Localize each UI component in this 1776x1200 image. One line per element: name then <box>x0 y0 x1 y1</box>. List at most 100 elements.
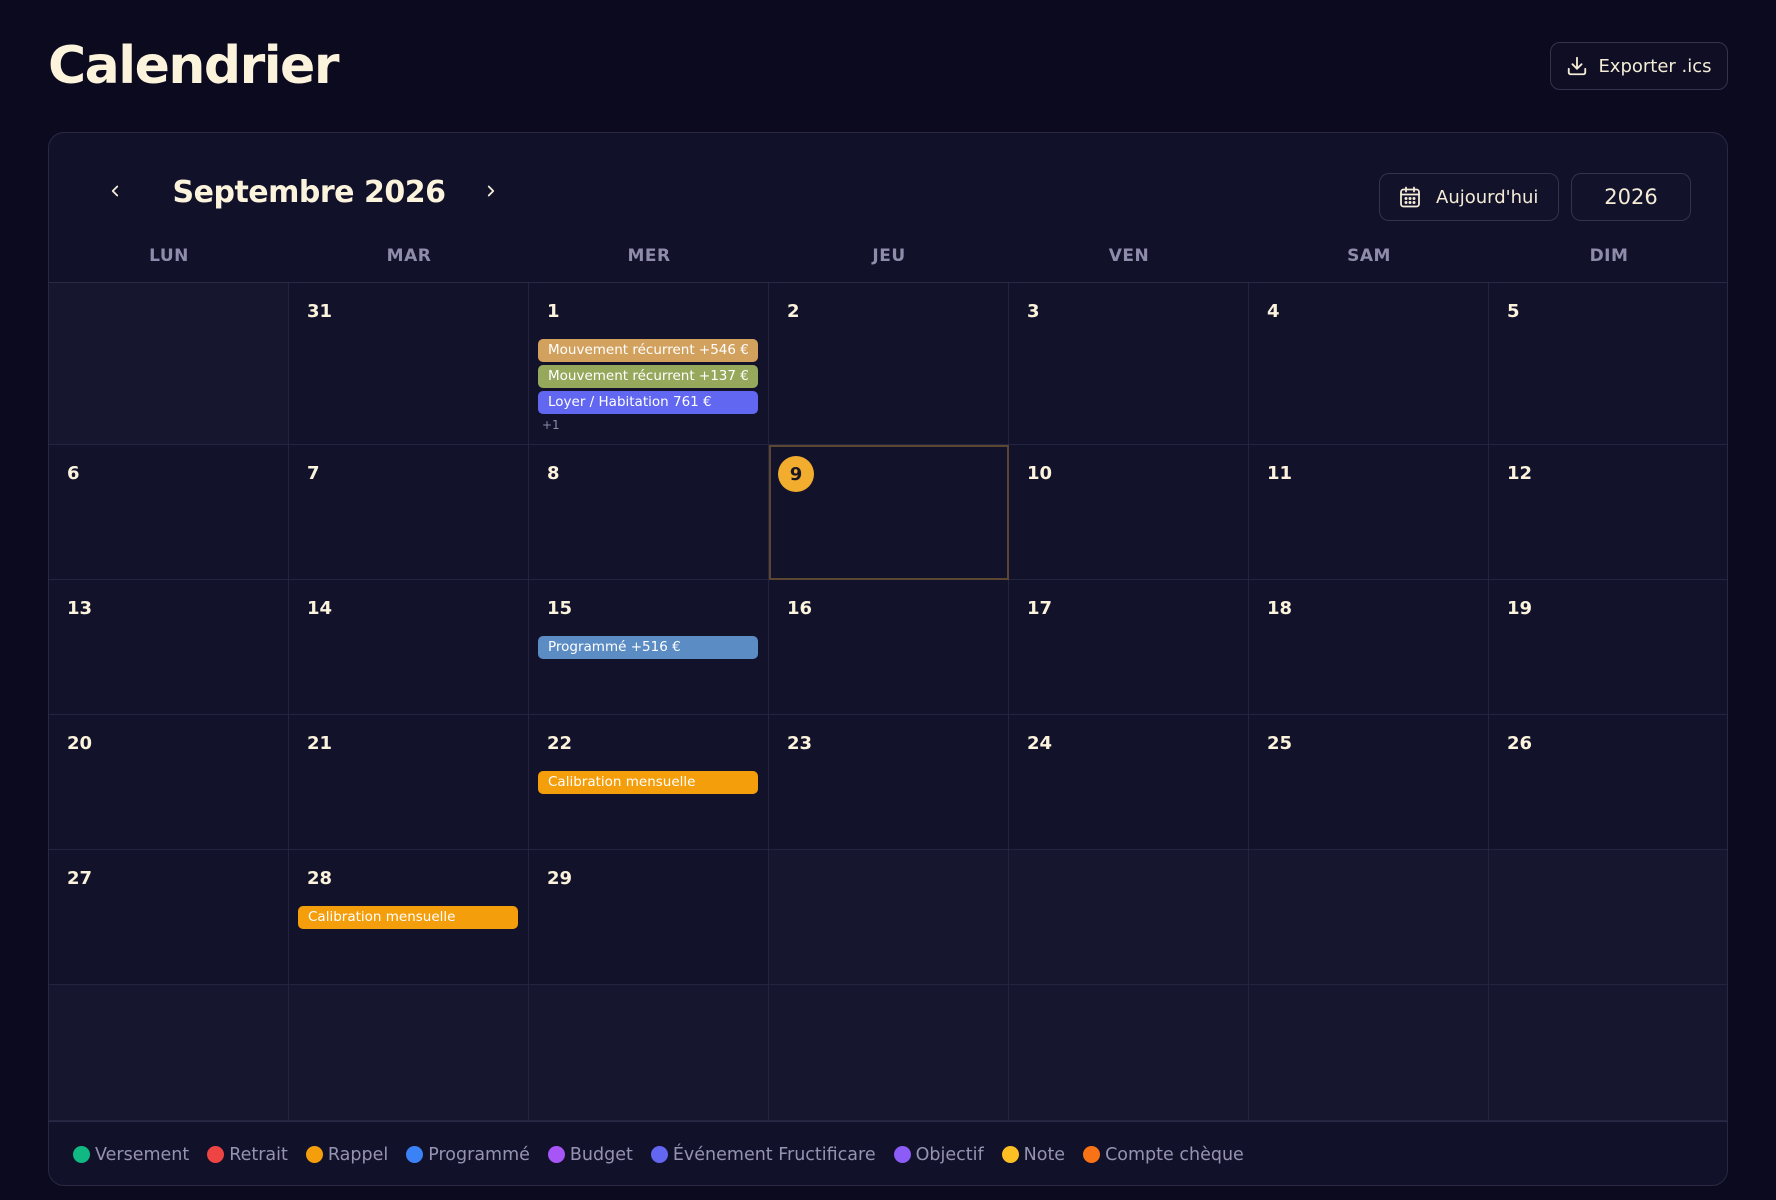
export-ics-label: Exporter .ics <box>1598 55 1712 77</box>
legend-label: Objectif <box>915 1144 984 1165</box>
day-number: 17 <box>1027 598 1053 619</box>
day-cell[interactable]: 31 <box>289 283 529 445</box>
day-number: 15 <box>547 598 573 619</box>
day-number: 7 <box>307 463 320 484</box>
legend-item: Rappel <box>305 1144 389 1165</box>
legend-dot-icon <box>547 1146 565 1163</box>
day-cell[interactable]: 20 <box>49 715 289 850</box>
export-ics-button[interactable]: Exporter .ics <box>1550 42 1728 90</box>
weekday-thu: JEU <box>872 246 906 266</box>
day-cell[interactable]: 4 <box>1249 283 1489 445</box>
legend-dot-icon <box>305 1146 323 1163</box>
day-number: 18 <box>1267 598 1293 619</box>
day-cell[interactable]: 2 <box>769 283 1009 445</box>
day-cell[interactable]: 13 <box>49 580 289 715</box>
day-cell-empty <box>1009 985 1249 1121</box>
legend-dot-icon <box>406 1146 424 1163</box>
legend-item: Programmé <box>406 1145 530 1165</box>
day-number: 5 <box>1507 301 1520 322</box>
legend-dot-icon <box>1083 1146 1101 1163</box>
day-cell-empty <box>1009 850 1249 985</box>
day-number: 3 <box>1027 301 1040 322</box>
day-cell[interactable]: 12 <box>1489 445 1727 580</box>
day-cell[interactable]: 27 <box>49 850 289 985</box>
day-number: 23 <box>787 733 813 754</box>
day-cell[interactable]: 26 <box>1489 715 1727 850</box>
day-cell[interactable]: 22 Calibration mensuelle <box>529 715 769 850</box>
legend-dot-icon <box>73 1146 90 1163</box>
day-number: 24 <box>1027 733 1053 754</box>
legend-item: Objectif <box>893 1144 984 1165</box>
day-cell[interactable]: 16 <box>769 580 1009 715</box>
day-cell-today[interactable]: 9 <box>769 445 1009 580</box>
download-icon <box>1566 55 1588 77</box>
day-cell-empty <box>49 283 289 445</box>
event-chip[interactable]: Loyer / Habitation 761 € <box>538 391 758 414</box>
legend-label: Événement Fructificare <box>672 1144 876 1165</box>
day-number: 22 <box>547 733 573 754</box>
day-number: 6 <box>67 463 80 484</box>
legend-label: Budget <box>569 1144 633 1165</box>
day-cell-empty <box>289 985 529 1121</box>
day-cell-empty <box>1489 850 1727 985</box>
weekday-sat: SAM <box>1347 246 1391 266</box>
day-cell[interactable]: 10 <box>1009 445 1249 580</box>
weekday-fri: VEN <box>1108 246 1150 266</box>
year-select[interactable]: 2026 <box>1571 173 1691 221</box>
day-cell[interactable]: 28 Calibration mensuelle <box>289 850 529 985</box>
weekday-sun: DIM <box>1589 246 1629 266</box>
event-list: Calibration mensuelle <box>538 771 758 797</box>
event-chip[interactable]: Mouvement récurrent +137 € <box>538 365 758 388</box>
day-cell[interactable]: 5 <box>1489 283 1727 445</box>
day-cell[interactable]: 18 <box>1249 580 1489 715</box>
next-month-button[interactable] <box>473 173 509 209</box>
page-title: Calendrier <box>48 36 339 96</box>
day-cell[interactable]: 1 Mouvement récurrent +546 € Mouvement réc… <box>529 283 769 445</box>
month-label: Septembre 2026 <box>172 175 446 210</box>
day-cell[interactable]: 21 <box>289 715 529 850</box>
event-chip[interactable]: Calibration mensuelle <box>538 771 758 794</box>
legend-dot-icon <box>650 1146 668 1163</box>
day-cell[interactable]: 24 <box>1009 715 1249 850</box>
legend-dot-icon <box>207 1146 225 1163</box>
day-number: 11 <box>1267 463 1293 484</box>
day-number: 25 <box>1267 733 1293 754</box>
chevron-right-icon <box>482 182 500 200</box>
previous-month-button[interactable] <box>97 173 133 209</box>
day-cell-empty <box>1249 985 1489 1121</box>
today-button[interactable]: Aujourd'hui <box>1379 173 1559 221</box>
day-cell[interactable]: 25 <box>1249 715 1489 850</box>
day-number: 12 <box>1507 463 1533 484</box>
weekday-mon: LUN <box>149 246 189 266</box>
day-cell[interactable]: 15 Programmé +516 € <box>529 580 769 715</box>
legend-label: Rappel <box>327 1144 389 1165</box>
legend-label: Retrait <box>229 1144 288 1165</box>
day-cell[interactable]: 23 <box>769 715 1009 850</box>
event-chip[interactable]: Calibration mensuelle <box>298 906 518 929</box>
event-chip[interactable]: Mouvement récurrent +546 € <box>538 339 758 362</box>
legend-item: Compte chèque <box>1083 1145 1244 1165</box>
day-number: 10 <box>1027 463 1053 484</box>
legend-item: Budget <box>547 1144 633 1165</box>
legend-item: Retrait <box>207 1145 288 1165</box>
day-cell[interactable]: 14 <box>289 580 529 715</box>
day-cell[interactable]: 6 <box>49 445 289 580</box>
day-cell[interactable]: 17 <box>1009 580 1249 715</box>
day-cell[interactable]: 19 <box>1489 580 1727 715</box>
day-cell[interactable]: 29 <box>529 850 769 985</box>
event-chip[interactable]: Programmé +516 € <box>538 636 758 659</box>
day-number: 4 <box>1267 301 1280 322</box>
day-cell[interactable]: 3 <box>1009 283 1249 445</box>
weekday-tue: MAR <box>386 246 432 266</box>
day-cell[interactable]: 8 <box>529 445 769 580</box>
day-cell[interactable]: 11 <box>1249 445 1489 580</box>
legend-dot-icon <box>1001 1146 1019 1163</box>
day-number: 27 <box>67 868 93 889</box>
day-number: 20 <box>67 733 93 754</box>
calendar-grid: 31 1 Mouvement récurrent +546 € Mouvement r… <box>49 283 1727 1121</box>
day-number: 28 <box>307 868 333 889</box>
legend-dot-icon <box>893 1146 911 1163</box>
day-number: 21 <box>307 733 333 754</box>
more-events-link[interactable]: +1 <box>538 418 758 432</box>
day-cell[interactable]: 7 <box>289 445 529 580</box>
